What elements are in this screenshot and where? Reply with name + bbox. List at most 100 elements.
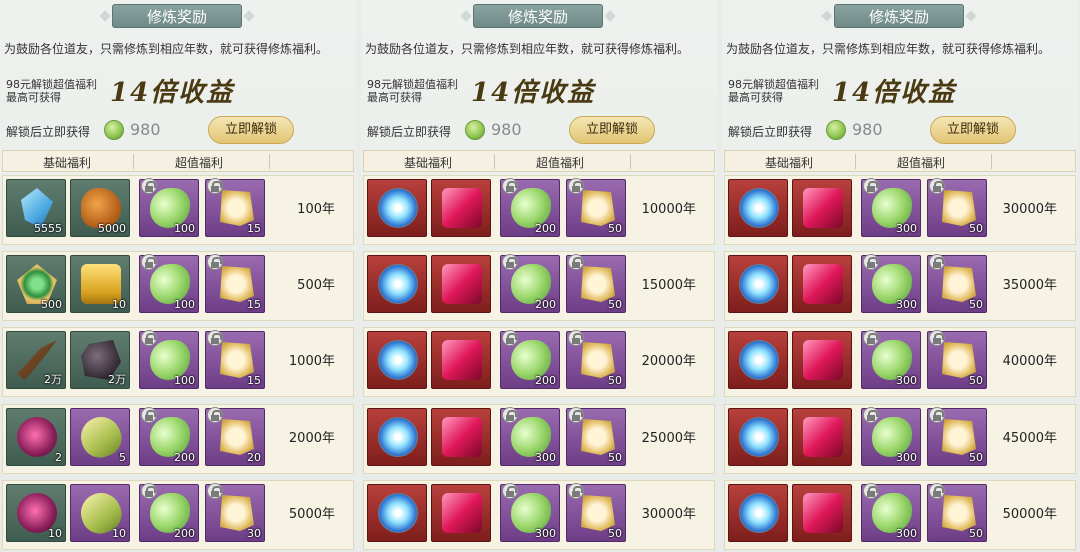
reward-item-slot[interactable]: 50 [566,178,626,237]
reward-item-slot[interactable] [367,179,427,237]
reward-item-slot[interactable]: 100 [139,254,199,313]
reward-item-slot[interactable]: 200 [139,483,199,542]
reward-item-slot[interactable]: 5000 [70,179,130,237]
reward-item-slot[interactable]: 300 [861,407,921,466]
reward-item-slot[interactable] [431,179,491,237]
item-quantity: 300 [896,298,917,311]
reward-item-slot[interactable] [728,255,788,313]
item-quantity: 100 [174,374,195,387]
reward-item-slot[interactable]: 100 [139,178,199,237]
reward-item-slot[interactable]: 2万 [6,331,66,389]
reward-panel-2: 修炼奖励 为鼓励各位道友，只需修炼到相应年数，就可获得修炼福利。 98元解锁超值… [361,0,717,552]
reward-item-slot[interactable]: 50 [927,483,987,542]
gem-icon [442,493,482,533]
reward-item-slot[interactable]: 10 [70,484,130,542]
unlock-button[interactable]: 立即解锁 [930,116,1016,144]
reward-item-slot[interactable]: 2万 [70,331,130,389]
reward-item-slot[interactable]: 2 [6,408,66,466]
item-quantity: 5000 [98,222,126,235]
reward-row: 200 50 20000年 [363,327,715,397]
reward-item-slot[interactable] [792,408,852,466]
reward-row: 300 50 40000年 [724,327,1076,397]
reward-item-slot[interactable] [431,331,491,389]
reward-item-slot[interactable]: 5 [70,408,130,466]
item-quantity: 50 [608,298,622,311]
item-quantity: 10 [112,298,126,311]
reward-item-slot[interactable]: 15 [205,254,265,313]
reward-item-slot[interactable]: 200 [500,178,560,237]
lock-icon [141,178,157,194]
reward-item-slot[interactable] [728,408,788,466]
reward-item-slot[interactable] [792,331,852,389]
reward-item-slot[interactable] [367,408,427,466]
item-quantity: 200 [174,527,195,540]
header-divider [494,154,495,169]
reward-item-slot[interactable] [367,255,427,313]
reward-item-slot[interactable] [728,179,788,237]
reward-item-slot[interactable]: 200 [500,330,560,389]
reward-item-slot[interactable]: 50 [927,254,987,313]
reward-item-slot[interactable] [431,408,491,466]
reward-item-slot[interactable]: 20 [205,407,265,466]
reward-item-slot[interactable] [431,484,491,542]
unlock-button[interactable]: 立即解锁 [208,116,294,144]
unlock-price-line2: 最高可获得 [6,91,61,104]
reward-item-slot[interactable]: 50 [566,407,626,466]
reward-item-slot[interactable]: 10 [6,484,66,542]
orb-icon [378,264,418,304]
reward-item-slot[interactable]: 300 [861,178,921,237]
reward-item-slot[interactable] [728,331,788,389]
item-quantity: 10 [112,527,126,540]
item-quantity: 50 [969,374,983,387]
table-header: 基础福利 超值福利 [363,150,715,172]
reward-item-slot[interactable] [792,179,852,237]
reward-row: 300 50 50000年 [724,480,1076,550]
header-basic: 基础福利 [43,156,92,170]
reward-item-slot[interactable]: 300 [861,330,921,389]
reward-item-slot[interactable]: 200 [500,254,560,313]
reward-item-slot[interactable]: 500 [6,255,66,313]
item-quantity: 50 [969,298,983,311]
unlock-price-line1: 98元解锁超值福利 [728,78,819,91]
reward-item-slot[interactable]: 300 [861,483,921,542]
header-basic: 基础福利 [765,156,814,170]
reward-item-slot[interactable]: 50 [927,330,987,389]
reward-item-slot[interactable]: 50 [566,254,626,313]
reward-item-slot[interactable]: 300 [500,407,560,466]
reward-item-slot[interactable] [792,484,852,542]
reward-row: 2万 2万 100 15 1000年 [2,327,354,397]
lock-icon [141,254,157,270]
unlock-price-line1: 98元解锁超值福利 [6,78,97,91]
reward-item-slot[interactable] [367,484,427,542]
lock-icon [568,330,584,346]
reward-item-slot[interactable]: 30 [205,483,265,542]
lock-icon [502,178,518,194]
reward-item-slot[interactable]: 100 [139,330,199,389]
reward-item-slot[interactable]: 50 [566,483,626,542]
reward-item-slot[interactable]: 300 [861,254,921,313]
header-divider [991,154,992,169]
item-quantity: 300 [896,527,917,540]
reward-item-slot[interactable]: 300 [500,483,560,542]
lock-icon [568,178,584,194]
reward-item-slot[interactable]: 200 [139,407,199,466]
reward-item-slot[interactable]: 5555 [6,179,66,237]
reward-item-slot[interactable]: 15 [205,178,265,237]
unlock-button[interactable]: 立即解锁 [569,116,655,144]
reward-item-slot[interactable] [431,255,491,313]
header-premium: 超值福利 [175,156,224,170]
header-basic: 基础福利 [404,156,453,170]
reward-item-slot[interactable]: 15 [205,330,265,389]
lock-icon [502,483,518,499]
lock-icon [207,407,223,423]
reward-item-slot[interactable]: 50 [927,178,987,237]
multiplier-text: 14倍收益 [471,78,596,108]
reward-item-slot[interactable]: 50 [566,330,626,389]
reward-item-slot[interactable] [792,255,852,313]
reward-item-slot[interactable]: 50 [927,407,987,466]
reward-item-slot[interactable] [728,484,788,542]
item-quantity: 50 [969,451,983,464]
reward-item-slot[interactable]: 10 [70,255,130,313]
reward-item-slot[interactable] [367,331,427,389]
header-divider [855,154,856,169]
